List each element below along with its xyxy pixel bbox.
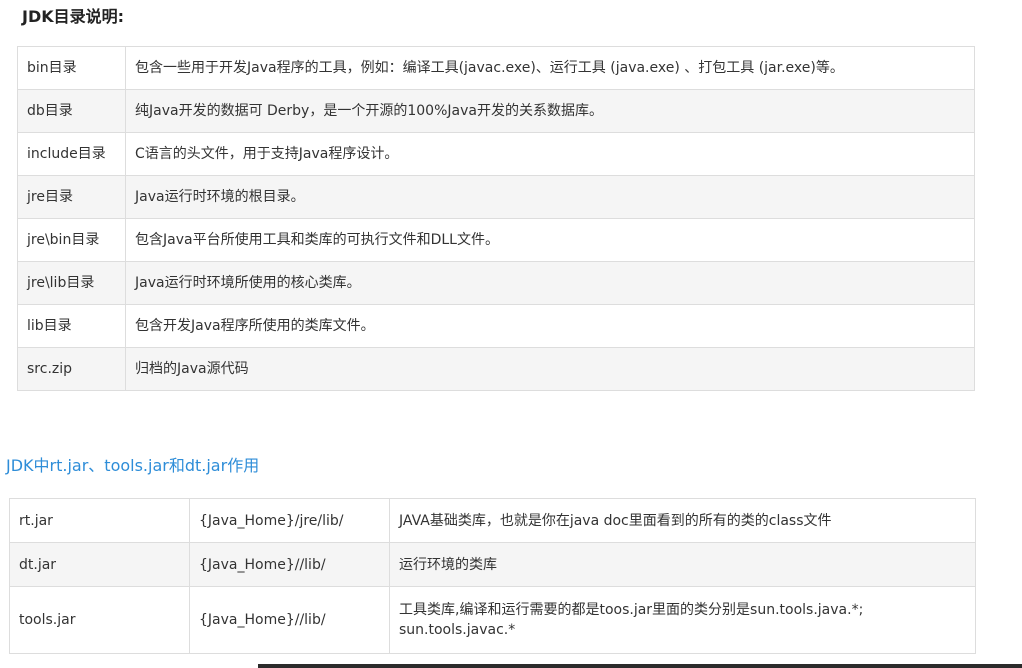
directory-name-cell: src.zip [17,347,126,391]
table-row: jre\bin目录 包含Java平台所使用工具和类库的可执行文件和DLL文件。 [17,218,975,262]
table-row: rt.jar {Java_Home}/jre/lib/ JAVA基础类库，也就是… [9,498,976,543]
directory-description-cell: 归档的Java源代码 [125,347,975,391]
directory-name-cell: bin目录 [17,46,126,90]
table-row: dt.jar {Java_Home}//lib/ 运行环境的类库 [9,542,976,587]
jar-name-cell: dt.jar [9,542,190,587]
directory-description-cell: 包含开发Java程序所使用的类库文件。 [125,304,975,348]
table-row: lib目录 包含开发Java程序所使用的类库文件。 [17,304,975,348]
directory-description-cell: Java运行时环境的根目录。 [125,175,975,219]
table-row: db目录 纯Java开发的数据可 Derby，是一个开源的100%Java开发的… [17,89,975,133]
table-row: jre\lib目录 Java运行时环境所使用的核心类库。 [17,261,975,305]
jar-name-cell: tools.jar [9,586,190,654]
jar-path-cell: {Java_Home}//lib/ [189,586,390,654]
directory-name-cell: jre目录 [17,175,126,219]
jar-name-cell: rt.jar [9,498,190,543]
directory-description-cell: C语言的头文件，用于支持Java程序设计。 [125,132,975,176]
bottom-divider [258,664,1022,668]
directory-description-cell: 纯Java开发的数据可 Derby，是一个开源的100%Java开发的关系数据库… [125,89,975,133]
jar-description-cell: JAVA基础类库，也就是你在java doc里面看到的所有的类的class文件 [389,498,976,543]
directory-description-cell: Java运行时环境所使用的核心类库。 [125,261,975,305]
jar-usage-heading: JDK中rt.jar、tools.jar和dt.jar作用 [6,456,260,475]
directory-description-cell: 包含Java平台所使用工具和类库的可执行文件和DLL文件。 [125,218,975,262]
table-row: jre目录 Java运行时环境的根目录。 [17,175,975,219]
table-row: include目录 C语言的头文件，用于支持Java程序设计。 [17,132,975,176]
table-row: src.zip 归档的Java源代码 [17,347,975,391]
jar-path-cell: {Java_Home}/jre/lib/ [189,498,390,543]
jar-description-cell: 运行环境的类库 [389,542,976,587]
directory-name-cell: include目录 [17,132,126,176]
jar-path-cell: {Java_Home}//lib/ [189,542,390,587]
directory-name-cell: jre\bin目录 [17,218,126,262]
jar-usage-table: rt.jar {Java_Home}/jre/lib/ JAVA基础类库，也就是… [9,498,976,654]
jar-description-cell: 工具类库,编译和运行需要的都是toos.jar里面的类分别是sun.tools.… [389,586,976,654]
directory-name-cell: db目录 [17,89,126,133]
table-row: bin目录 包含一些用于开发Java程序的工具，例如：编译工具(javac.ex… [17,46,975,90]
directory-name-cell: jre\lib目录 [17,261,126,305]
directory-description-cell: 包含一些用于开发Java程序的工具，例如：编译工具(javac.exe)、运行工… [125,46,975,90]
jdk-directory-table: bin目录 包含一些用于开发Java程序的工具，例如：编译工具(javac.ex… [17,46,975,391]
directory-name-cell: lib目录 [17,304,126,348]
table-row: tools.jar {Java_Home}//lib/ 工具类库,编译和运行需要… [9,586,976,654]
jdk-directory-heading: JDK目录说明: [22,7,125,26]
